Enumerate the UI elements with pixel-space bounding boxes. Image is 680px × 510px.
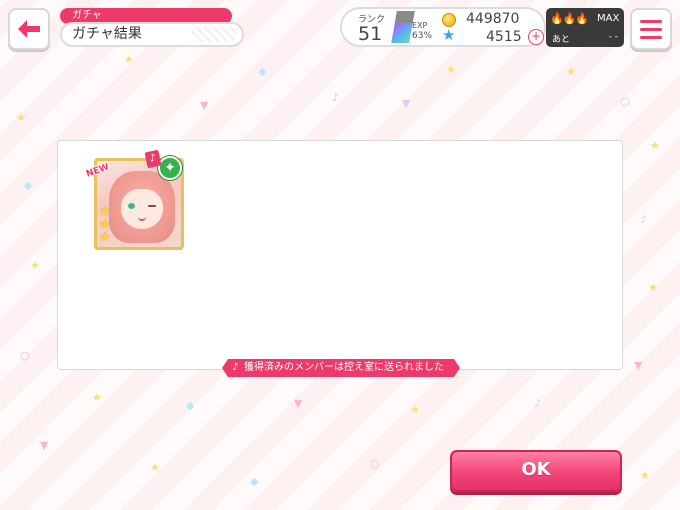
music-note-icon: ♪: [232, 362, 239, 373]
exp-percent: 63%: [412, 31, 433, 41]
rank-value: 51: [358, 23, 383, 45]
back-arrow-icon: [18, 20, 40, 38]
flame-icon: 🔥🔥🔥: [550, 12, 589, 25]
notice-banner: ♪ 獲得済みのメンバーは控え室に送られました: [222, 359, 460, 377]
buy-stars-button[interactable]: +: [528, 29, 544, 45]
coin-icon: [442, 13, 456, 27]
player-status-panel: ランク 51 EXP 63% 449870 ★ 4515 +: [340, 7, 546, 47]
happy-attribute-icon: ✦: [158, 156, 182, 180]
notice-text: 獲得済みのメンバーは控え室に送られました: [244, 362, 444, 373]
page-title: ガチャ結果: [60, 22, 244, 47]
coin-count: 449870: [466, 11, 520, 27]
back-button[interactable]: [8, 8, 50, 50]
boost-remaining-label: あと: [552, 35, 571, 45]
exp-label: EXP: [412, 21, 428, 30]
band-logo-icon: ♪: [144, 149, 162, 169]
boost-remaining-value: - -: [608, 32, 618, 42]
gacha-results-panel: ★ ★ ★ ✦ ♪: [57, 140, 623, 370]
plus-icon: +: [530, 29, 542, 43]
star-count: 4515: [486, 29, 522, 45]
ok-button[interactable]: OK: [450, 450, 622, 492]
rarity-stars: ★ ★ ★: [99, 205, 111, 244]
star-gem-icon: ★: [442, 26, 456, 44]
live-boost-panel: 🔥🔥🔥 MAX あと - -: [546, 8, 624, 47]
menu-button[interactable]: [630, 8, 672, 50]
rarity-star-icon: ★: [99, 230, 111, 245]
hamburger-menu-icon: [640, 19, 662, 23]
boost-max-label: MAX: [597, 13, 620, 24]
